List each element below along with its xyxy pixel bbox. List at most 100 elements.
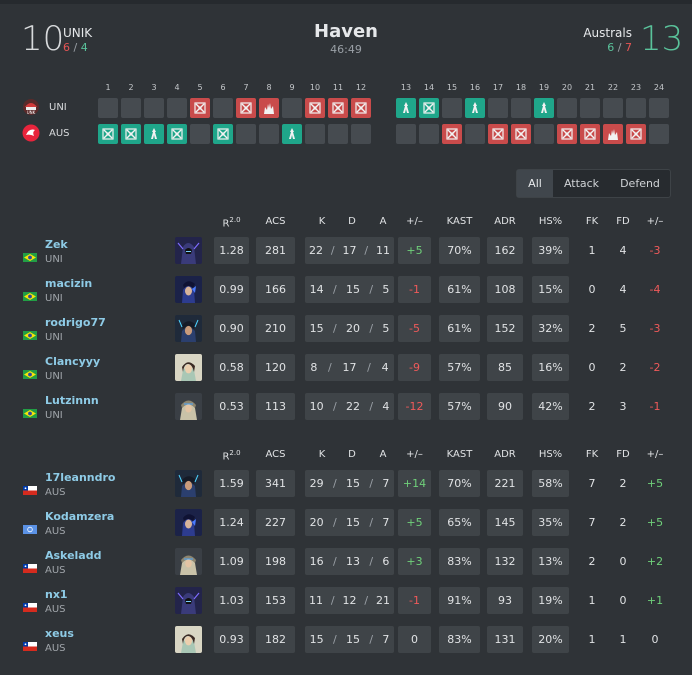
round-result-team2[interactable]	[259, 124, 279, 144]
stat-adr: 108	[487, 276, 523, 303]
filter-all-button[interactable]: All	[517, 170, 553, 197]
elimination-icon	[445, 127, 459, 141]
round-result-team2[interactable]	[282, 124, 302, 144]
round-result-team1[interactable]	[419, 98, 439, 118]
round-result-team2[interactable]	[557, 124, 577, 144]
round-result-team1[interactable]	[236, 98, 256, 118]
player-name[interactable]: Clancyyy	[45, 355, 100, 368]
stat-fd: 2	[619, 361, 627, 374]
round-result-team2[interactable]	[144, 124, 164, 144]
header-d[interactable]: D	[340, 216, 364, 227]
round-result-team1[interactable]	[603, 98, 623, 118]
round-result-team2[interactable]	[511, 124, 531, 144]
team2-half-attack: 6	[607, 41, 615, 54]
round-result-team2[interactable]	[488, 124, 508, 144]
team2-name[interactable]: Australs	[583, 26, 632, 40]
header-adr[interactable]: ADR	[487, 216, 523, 227]
header-a[interactable]: A	[371, 216, 395, 227]
round-result-team2[interactable]	[213, 124, 233, 144]
header-rating[interactable]: R2.0	[214, 449, 249, 462]
round-result-team1[interactable]	[121, 98, 141, 118]
round-result-team1[interactable]	[534, 98, 554, 118]
player-name[interactable]: xeus	[45, 627, 74, 640]
round-result-team1[interactable]	[649, 98, 669, 118]
round-result-team1[interactable]	[167, 98, 187, 118]
round-result-team1[interactable]	[626, 98, 646, 118]
kda-separator: /	[332, 322, 337, 335]
player-name[interactable]: Askeladd	[45, 549, 101, 562]
header-adr[interactable]: ADR	[487, 449, 523, 460]
header-k[interactable]: K	[310, 449, 334, 460]
header-pm[interactable]: +/–	[398, 216, 431, 227]
header-k[interactable]: K	[310, 216, 334, 227]
round-result-team2[interactable]	[603, 124, 623, 144]
round-result-team2[interactable]	[305, 124, 325, 144]
round-result-team1[interactable]	[557, 98, 577, 118]
round-result-team2[interactable]	[190, 124, 210, 144]
round-result-team2[interactable]	[626, 124, 646, 144]
round-result-team2[interactable]	[442, 124, 462, 144]
player-name[interactable]: Zek	[45, 238, 68, 251]
round-result-team1[interactable]	[351, 98, 371, 118]
header-fpm[interactable]: +/–	[640, 449, 670, 460]
stat-d: 17	[342, 361, 357, 374]
stat-rating: 0.58	[214, 354, 249, 381]
header-pm[interactable]: +/–	[398, 449, 431, 460]
header-fk[interactable]: FK	[579, 216, 605, 227]
stat-adr: 85	[487, 354, 523, 381]
filter-defend-button[interactable]: Defend	[610, 170, 670, 197]
header-kast[interactable]: KAST	[439, 449, 480, 460]
round-result-team2[interactable]	[649, 124, 669, 144]
round-result-team2[interactable]	[419, 124, 439, 144]
round-result-team1[interactable]	[511, 98, 531, 118]
player-name[interactable]: 17leanndro	[45, 471, 115, 484]
round-result-team2[interactable]	[236, 124, 256, 144]
header-acs[interactable]: ACS	[256, 216, 295, 227]
round-result-team1[interactable]	[282, 98, 302, 118]
header-fk[interactable]: FK	[579, 449, 605, 460]
round-result-team1[interactable]	[328, 98, 348, 118]
round-number: 19	[538, 83, 550, 92]
player-team: UNI	[45, 371, 63, 382]
header-kast[interactable]: KAST	[439, 216, 480, 227]
header-acs[interactable]: ACS	[256, 449, 295, 460]
round-result-team1[interactable]	[442, 98, 462, 118]
header-hs[interactable]: HS%	[532, 216, 569, 227]
header-fpm[interactable]: +/–	[640, 216, 670, 227]
round-result-team2[interactable]	[121, 124, 141, 144]
round-result-team2[interactable]	[465, 124, 485, 144]
round-result-team2[interactable]	[167, 124, 187, 144]
round-result-team1[interactable]	[190, 98, 210, 118]
header-d[interactable]: D	[340, 449, 364, 460]
player-name[interactable]: Kodamzera	[45, 510, 114, 523]
round-result-team1[interactable]	[396, 98, 416, 118]
header-fd[interactable]: FD	[610, 216, 636, 227]
round-result-team2[interactable]	[580, 124, 600, 144]
player-name[interactable]: rodrigo77	[45, 316, 106, 329]
player-name[interactable]: Lutzinnn	[45, 394, 99, 407]
round-result-team1[interactable]	[580, 98, 600, 118]
round-result-team2[interactable]	[534, 124, 554, 144]
round-result-team2[interactable]	[328, 124, 348, 144]
round-result-team2[interactable]	[98, 124, 118, 144]
round-result-team1[interactable]	[305, 98, 325, 118]
round-result-team1[interactable]	[213, 98, 233, 118]
round-result-team1[interactable]	[465, 98, 485, 118]
player-name[interactable]: nx1	[45, 588, 68, 601]
header-hs[interactable]: HS%	[532, 449, 569, 460]
round-result-team1[interactable]	[259, 98, 279, 118]
header-a[interactable]: A	[371, 449, 395, 460]
agent-sage-icon	[175, 354, 202, 381]
filter-attack-button[interactable]: Attack	[553, 170, 610, 197]
round-number: 14	[423, 83, 435, 92]
round-result-team1[interactable]	[144, 98, 164, 118]
round-result-team1[interactable]	[488, 98, 508, 118]
header-fd[interactable]: FD	[610, 449, 636, 460]
header-rating[interactable]: R2.0	[214, 216, 249, 229]
round-result-team1[interactable]	[98, 98, 118, 118]
player-team: AUS	[45, 565, 66, 576]
round-result-team2[interactable]	[396, 124, 416, 144]
stat-adr: 162	[487, 237, 523, 264]
player-name[interactable]: macizin	[45, 277, 92, 290]
round-result-team2[interactable]	[351, 124, 371, 144]
